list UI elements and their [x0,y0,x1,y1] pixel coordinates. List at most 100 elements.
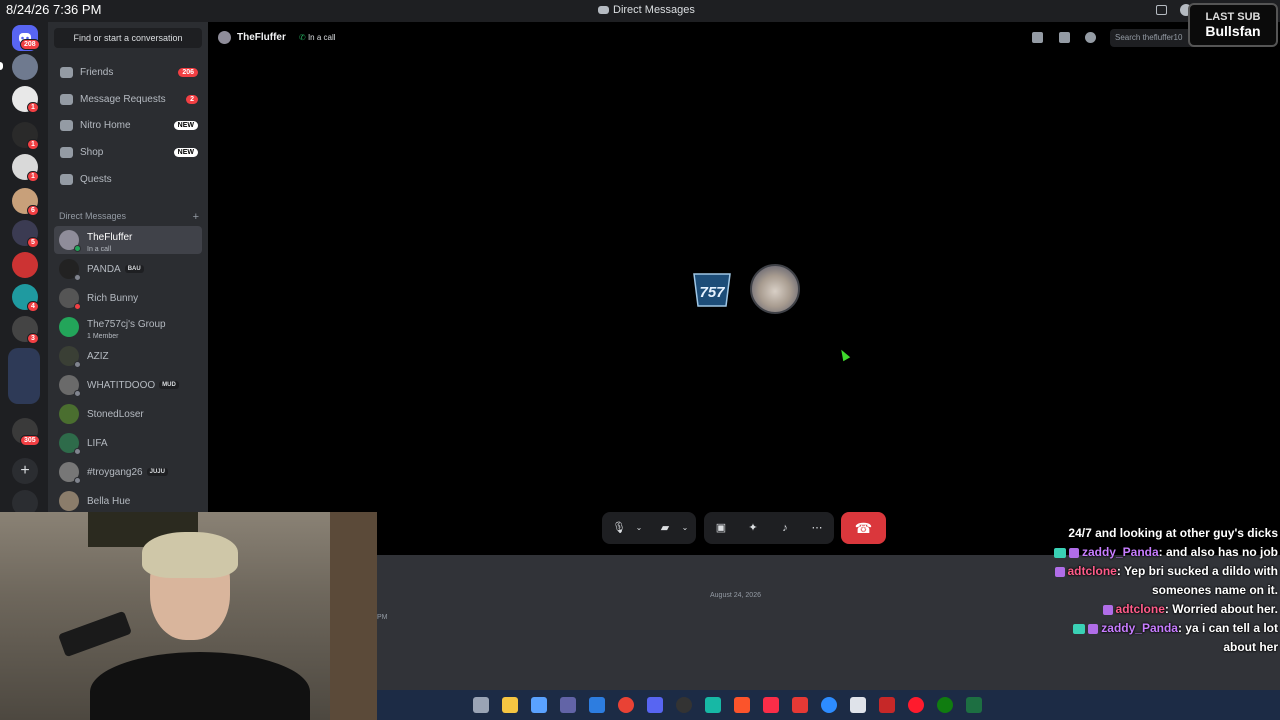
add-friends-icon[interactable] [1059,32,1070,43]
757-logo-icon: 757 [693,273,731,307]
quests-icon [60,173,73,185]
dm-name: #troygang26 [87,466,143,478]
dm-item[interactable]: WHATITDOOO MUD [54,371,202,399]
find-conversation-button[interactable]: Find or start a conversation [54,28,202,48]
obs-icon[interactable] [676,697,692,713]
dm-item[interactable]: PANDA BAU [54,255,202,283]
chat-line: zaddy_Panda: and also has no job [1048,543,1278,562]
clan-tag: MUD [159,381,179,389]
inbox-icon[interactable] [1156,5,1167,15]
brave-icon[interactable] [734,697,750,713]
dm-name: Rich Bunny [87,292,139,304]
avatar [59,288,81,310]
disconnect-button[interactable]: ☎ [841,512,886,544]
dm-item[interactable]: Rich Bunny [54,284,202,312]
dm-item[interactable]: The757cj's Group 1 Member [54,313,202,341]
streamer-body [90,652,310,720]
server-badge: 1 [27,171,39,182]
dm-name: StonedLoser [87,408,144,420]
soundboard-icon[interactable]: ♪ [778,521,792,535]
search-icon[interactable] [473,697,489,713]
more-icon[interactable]: ⋯ [810,521,824,535]
nav-message-requests[interactable]: Message Requests 2 [54,87,202,111]
screen-share-icon[interactable]: ▣ [714,521,728,535]
chat-user: zaddy_Panda [1101,621,1178,635]
music-icon[interactable] [763,697,779,713]
server-badge: 305 [20,435,40,446]
server-icon[interactable] [12,252,38,278]
sub-badge-icon [1102,604,1113,615]
dm-item[interactable]: TheFluffer In a call [54,226,202,254]
app-icon[interactable] [705,697,721,713]
logo-text: 757 [699,284,725,301]
server-badge: 3 [27,333,39,344]
chat-text: : Worried about her. [1164,602,1278,616]
file-explorer-icon[interactable] [502,697,518,713]
dm-name: AZIZ [87,350,109,362]
chevron-down-icon[interactable]: ⌄ [632,521,646,535]
dm-sidebar: Find or start a conversation Friends 206… [48,22,208,512]
chrome-icon[interactable] [618,697,634,713]
dm-item[interactable]: StonedLoser [54,400,202,428]
app-icon[interactable] [879,697,895,713]
avatar [59,404,79,424]
avatar [59,462,81,484]
app-icon[interactable] [792,697,808,713]
group-avatar [59,317,79,337]
discord-icon[interactable] [647,697,663,713]
dm-item[interactable]: LIFA [54,429,202,457]
message-timestamp: PM [377,614,388,621]
dm-item[interactable]: #troygang26 JUJU [54,458,202,486]
stream-clock: 8/24/26 7:36 PM [6,2,102,17]
dm-status: 1 Member [87,333,119,340]
server-badge: 5 [27,237,39,248]
call-status: ✆ In a call [299,33,336,42]
dm-item[interactable]: AZIZ [54,342,202,370]
server-badge: 4 [27,301,39,312]
app-icon[interactable] [850,697,866,713]
chat-user: adtclone [1115,602,1165,616]
xbox-icon[interactable] [937,697,953,713]
badge-icon [1053,547,1066,558]
server-icon[interactable] [12,54,38,80]
microphone-icon[interactable]: 🎙 [612,521,626,535]
nav-quests[interactable]: Quests [54,167,202,191]
channel-header: TheFluffer ✆ In a call Search thefluffer… [208,22,1280,54]
call-area: 757 [208,54,1280,554]
activities-icon[interactable]: ✦ [746,521,760,535]
participant-avatar[interactable] [750,264,800,314]
title-bar: 8/24/26 7:36 PM Direct Messages [0,0,1280,22]
chat-text: : and also has no job [1158,545,1278,559]
participant-757-logo[interactable]: 757 [692,272,732,308]
pin-icon[interactable] [1032,32,1043,43]
server-badge: 1 [27,139,39,150]
nav-label: Nitro Home [80,119,131,131]
requests-count-badge: 2 [186,94,198,104]
nav-shop[interactable]: Shop NEW [54,140,202,164]
excel-icon[interactable] [966,697,982,713]
avatar [59,433,81,455]
avatar [59,230,81,252]
create-dm-icon[interactable]: + [193,211,199,223]
help-icon[interactable] [821,697,837,713]
nav-nitro-home[interactable]: Nitro Home NEW [54,113,202,137]
chevron-down-icon[interactable]: ⌄ [678,521,692,535]
background-door [330,512,377,720]
chat-line: zaddy_Panda: ya i can tell a lot about h… [1048,619,1278,657]
nav-friends[interactable]: Friends 206 [54,60,202,84]
teams-icon[interactable] [560,697,576,713]
copilot-icon[interactable] [531,697,547,713]
dm-item[interactable]: Bella Hue [54,487,202,515]
add-server-button[interactable]: + [12,458,38,484]
server-folder[interactable] [8,348,40,404]
profile-icon[interactable] [1085,32,1096,43]
chat-user: zaddy_Panda [1081,545,1159,559]
camera-off-icon[interactable]: ▰ [658,521,672,535]
window-title: Direct Messages [598,4,695,16]
opera-icon[interactable] [908,697,924,713]
store-icon[interactable] [589,697,605,713]
streamer-hair [142,532,238,578]
webcam-overlay [0,512,377,720]
call-status-label: In a call [307,33,336,42]
shop-icon [60,146,73,158]
